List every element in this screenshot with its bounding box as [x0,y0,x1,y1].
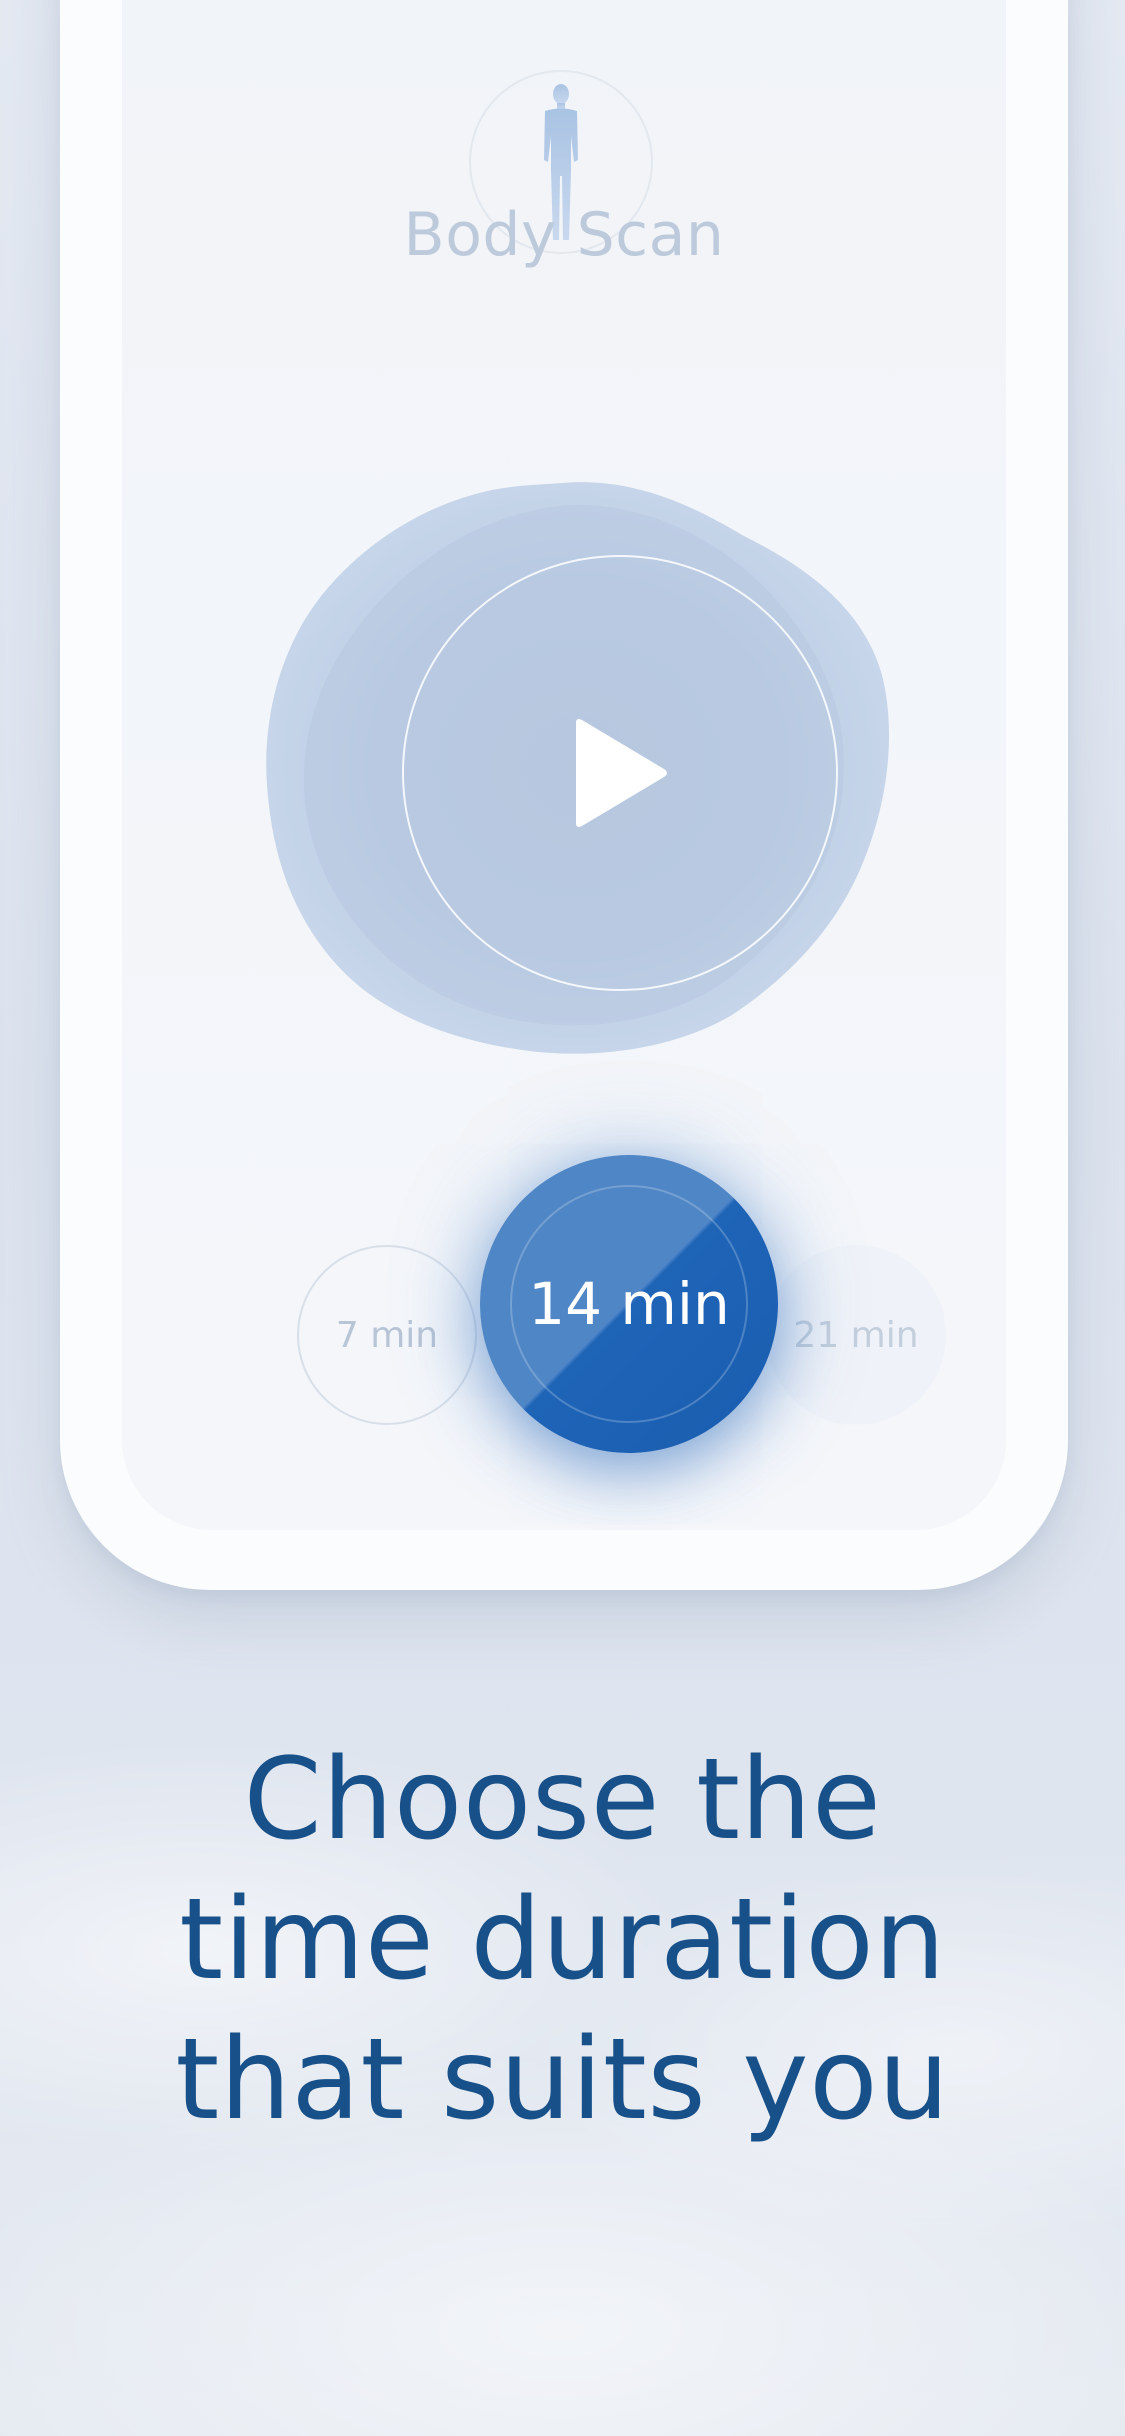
caption-line: that suits you [175,2015,950,2145]
play-button[interactable] [402,555,838,991]
duration-option-14-selected[interactable]: 14 min [480,1155,778,1453]
duration-label: 7 min [335,1314,439,1356]
duration-option-21[interactable]: 21 min [766,1245,946,1425]
play-icon [576,719,667,827]
phone-frame: Body Scan 7 min 21 min 14 min [60,0,1068,1590]
caption-line: time duration [179,1875,946,2005]
duration-label: 21 min [793,1314,919,1356]
app-screen: Body Scan 7 min 21 min 14 min [122,0,1006,1530]
caption-line: Choose the [243,1735,882,1865]
duration-label: 14 min [528,1270,730,1338]
promo-caption: Choose the time duration that suits you [0,1730,1125,2150]
session-title: Body Scan [403,200,725,270]
duration-option-7[interactable]: 7 min [297,1245,477,1425]
